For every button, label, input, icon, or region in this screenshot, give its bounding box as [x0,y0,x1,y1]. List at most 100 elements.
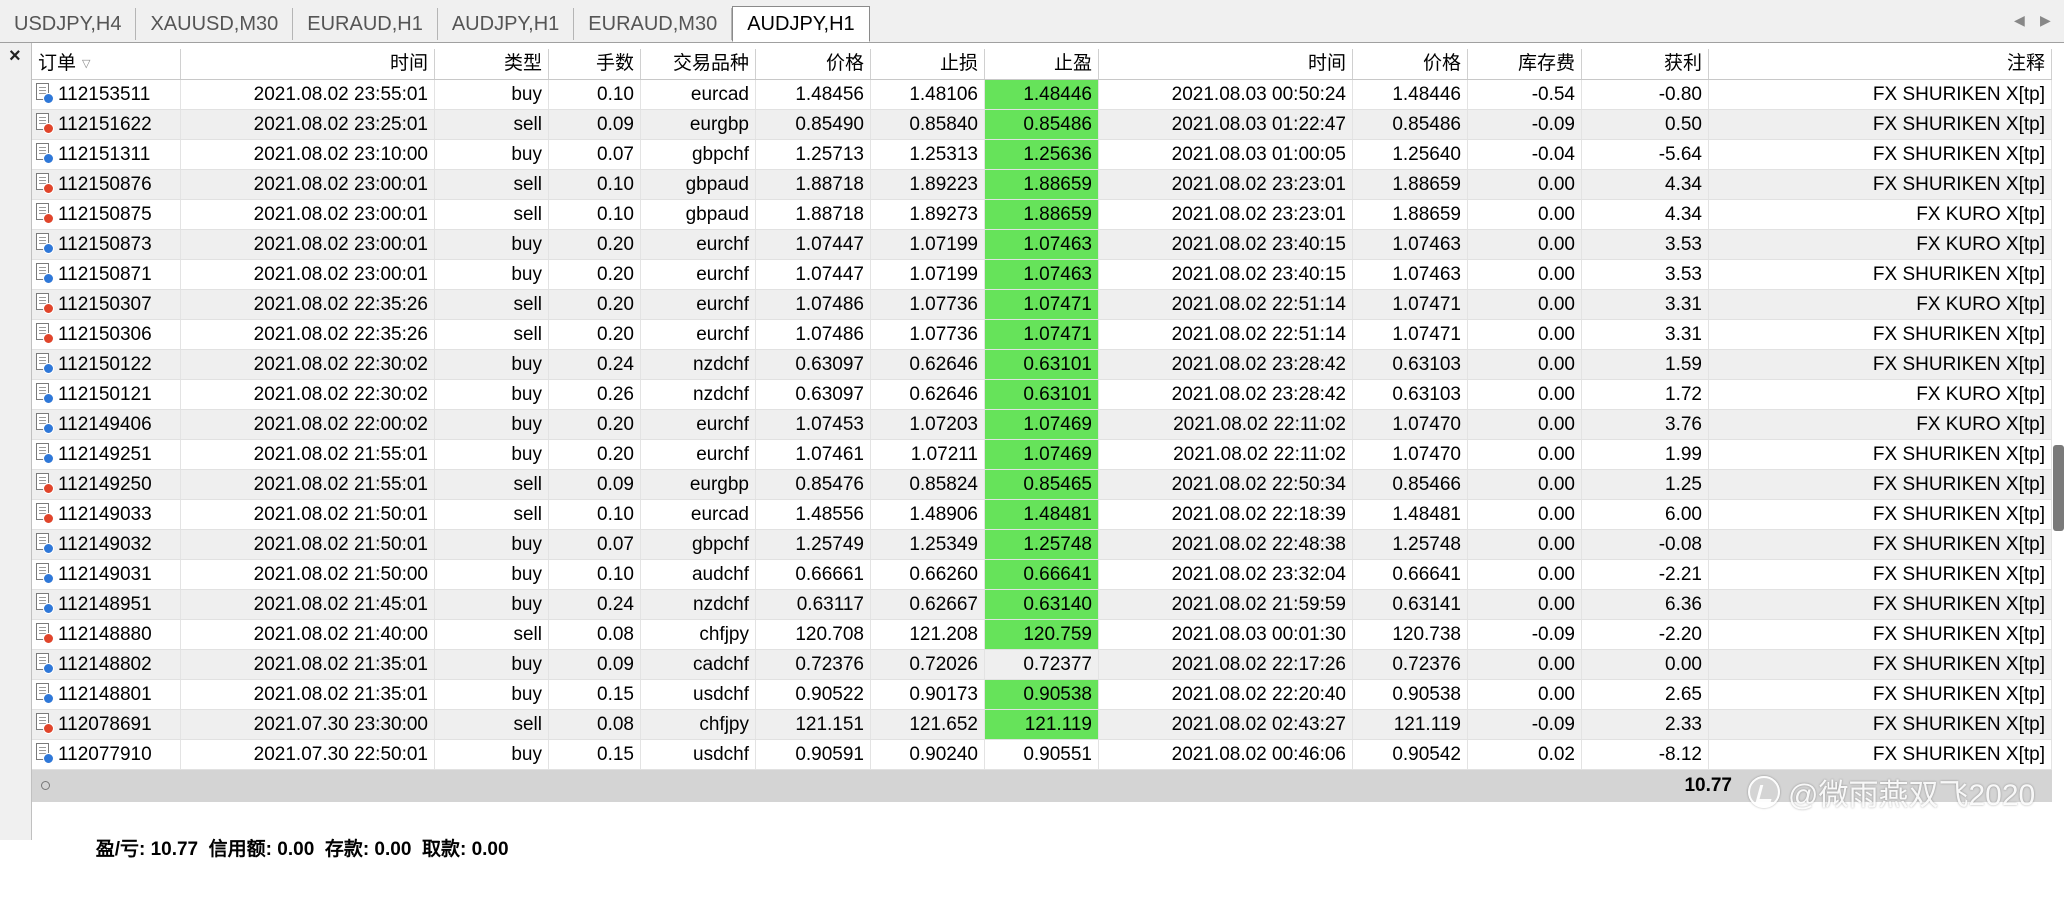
scroll-right-icon[interactable]: ▶ [2040,12,2051,29]
chart-tab[interactable]: EURAUD,H1 [293,8,438,40]
price-cell: 1.25713 [756,140,871,169]
table-row[interactable]: 112149251 2021.08.02 21:55:01 buy 0.20 eurch… [32,440,2052,470]
stop-loss-cell: 0.90240 [871,740,985,769]
sort-descending-icon: ▽ [82,58,91,70]
table-row[interactable]: 112149033 2021.08.02 21:50:01 sell 0.10 eurc… [32,500,2052,530]
price-cell: 1.07486 [756,290,871,319]
column-header-take-profit[interactable]: 止盈 [985,49,1099,79]
symbol-cell: usdchf [641,680,756,709]
column-header-type[interactable]: 类型 [435,49,549,79]
table-row[interactable]: 112150121 2021.08.02 22:30:02 buy 0.26 nzdch… [32,380,2052,410]
close-time-cell: 2021.08.03 00:01:30 [1099,620,1353,649]
table-row[interactable]: 112150871 2021.08.02 23:00:01 buy 0.20 eurch… [32,260,2052,290]
close-time-cell: 2021.08.02 21:59:59 [1099,590,1353,619]
table-body: 112153511 2021.08.02 23:55:01 buy 0.10 eurca… [32,80,2052,770]
close-icon[interactable]: × [9,46,21,66]
close-time-cell: 2021.08.02 23:28:42 [1099,350,1353,379]
table-row[interactable]: 112148801 2021.08.02 21:35:01 buy 0.15 usdch… [32,680,2052,710]
chart-tab[interactable]: USDJPY,H4 [0,8,137,40]
chart-tab[interactable]: XAUUSD,M30 [136,8,294,40]
column-header-order[interactable]: 订单 ▽ [32,49,181,79]
table-row[interactable]: 112149250 2021.08.02 21:55:01 sell 0.09 eurg… [32,470,2052,500]
column-header-symbol[interactable]: 交易品种 [641,49,756,79]
comment-cell: FX SHURIKEN X[tp] [1709,590,2052,619]
close-time-cell: 2021.08.02 23:23:01 [1099,200,1353,229]
lots-cell: 0.10 [549,80,641,109]
chart-tab[interactable]: AUDJPY,H1 [732,6,870,42]
table-row[interactable]: 112149406 2021.08.02 22:00:02 buy 0.20 eurch… [32,410,2052,440]
comment-cell: FX KURO X[tp] [1709,230,2052,259]
swap-cell: 0.00 [1468,290,1582,319]
swap-cell: 0.00 [1468,260,1582,289]
column-header-open-time[interactable]: 时间 [181,49,435,79]
price-cell: 1.88718 [756,170,871,199]
column-header-stop-loss[interactable]: 止损 [871,49,985,79]
column-header-swap[interactable]: 库存费 [1468,49,1582,79]
symbol-cell: chfjpy [641,710,756,739]
table-row[interactable]: 112153511 2021.08.02 23:55:01 buy 0.10 eurca… [32,80,2052,110]
column-header-comment[interactable]: 注释 [1709,49,2052,79]
table-row[interactable]: 112148951 2021.08.02 21:45:01 buy 0.24 nzdch… [32,590,2052,620]
table-row[interactable]: 112149031 2021.08.02 21:50:00 buy 0.10 audch… [32,560,2052,590]
buy-order-icon [36,143,54,165]
table-row[interactable]: 112150122 2021.08.02 22:30:02 buy 0.24 nzdch… [32,350,2052,380]
lots-cell: 0.20 [549,290,641,319]
price-cell: 121.151 [756,710,871,739]
order-number: 112148801 [58,684,152,705]
table-row[interactable]: 112150876 2021.08.02 23:00:01 sell 0.10 gbpa… [32,170,2052,200]
column-header-lots[interactable]: 手数 [549,49,641,79]
order-cell: 112151622 [32,110,181,139]
order-cell: 112153511 [32,80,181,109]
order-cell: 112150875 [32,200,181,229]
table-row[interactable]: 112148880 2021.08.02 21:40:00 sell 0.08 chfj… [32,620,2052,650]
stop-loss-cell: 0.62646 [871,350,985,379]
comment-cell: FX SHURIKEN X[tp] [1709,500,2052,529]
type-cell: buy [435,410,549,439]
table-row[interactable]: 112148802 2021.08.02 21:35:01 buy 0.09 cadch… [32,650,2052,680]
stop-loss-cell: 0.72026 [871,650,985,679]
close-time-cell: 2021.08.02 22:48:38 [1099,530,1353,559]
profit-cell: 3.76 [1582,410,1709,439]
price-cell: 1.48556 [756,500,871,529]
table-row[interactable]: 112150875 2021.08.02 23:00:01 sell 0.10 gbpa… [32,200,2052,230]
column-header-profit[interactable]: 获利 [1582,49,1709,79]
stop-loss-cell: 0.62646 [871,380,985,409]
stop-loss-cell: 1.07199 [871,260,985,289]
table-row[interactable]: 112149032 2021.08.02 21:50:01 buy 0.07 gbpch… [32,530,2052,560]
column-header-close-price[interactable]: 价格 [1353,49,1468,79]
lots-cell: 0.10 [549,500,641,529]
order-cell: 112148951 [32,590,181,619]
table-row[interactable]: 112150307 2021.08.02 22:35:26 sell 0.20 eurc… [32,290,2052,320]
close-price-cell: 121.119 [1353,710,1468,739]
column-header-close-time[interactable]: 时间 [1099,49,1353,79]
close-price-cell: 1.48446 [1353,80,1468,109]
table-row[interactable]: 112078691 2021.07.30 23:30:00 sell 0.08 chfj… [32,710,2052,740]
lots-cell: 0.09 [549,110,641,139]
chart-tab[interactable]: AUDJPY,H1 [438,8,575,40]
close-price-cell: 0.90538 [1353,680,1468,709]
close-price-cell: 1.07463 [1353,230,1468,259]
close-price-cell: 0.72376 [1353,650,1468,679]
lots-cell: 0.20 [549,260,641,289]
comment-cell: FX SHURIKEN X[tp] [1709,350,2052,379]
stop-loss-cell: 121.652 [871,710,985,739]
close-price-cell: 0.63103 [1353,350,1468,379]
open-time-cell: 2021.08.02 22:30:02 [181,380,435,409]
scroll-left-icon[interactable]: ◀ [2014,12,2025,29]
table-row[interactable]: 112150306 2021.08.02 22:35:26 sell 0.20 eurc… [32,320,2052,350]
table-row[interactable]: 112077910 2021.07.30 22:50:01 buy 0.15 usdch… [32,740,2052,770]
table-row[interactable]: 112150873 2021.08.02 23:00:01 buy 0.20 eurch… [32,230,2052,260]
vertical-scrollbar-thumb[interactable] [2053,445,2064,531]
chart-tab[interactable]: EURAUD,M30 [574,8,733,40]
table-row[interactable]: 112151622 2021.08.02 23:25:01 sell 0.09 eurg… [32,110,2052,140]
price-cell: 0.66661 [756,560,871,589]
order-number: 112150876 [58,174,152,195]
summary-text-wrap: 盈/亏: 10.77 信用额: 0.00 存款: 0.00 取款: 0.00 [32,770,509,860]
type-cell: buy [435,440,549,469]
close-time-cell: 2021.08.02 22:17:26 [1099,650,1353,679]
take-profit-cell: 1.07463 [985,260,1099,289]
table-row[interactable]: 112151311 2021.08.02 23:10:00 buy 0.07 gbpch… [32,140,2052,170]
buy-order-icon [36,653,54,675]
column-header-price[interactable]: 价格 [756,49,871,79]
order-number: 112150875 [58,204,152,225]
